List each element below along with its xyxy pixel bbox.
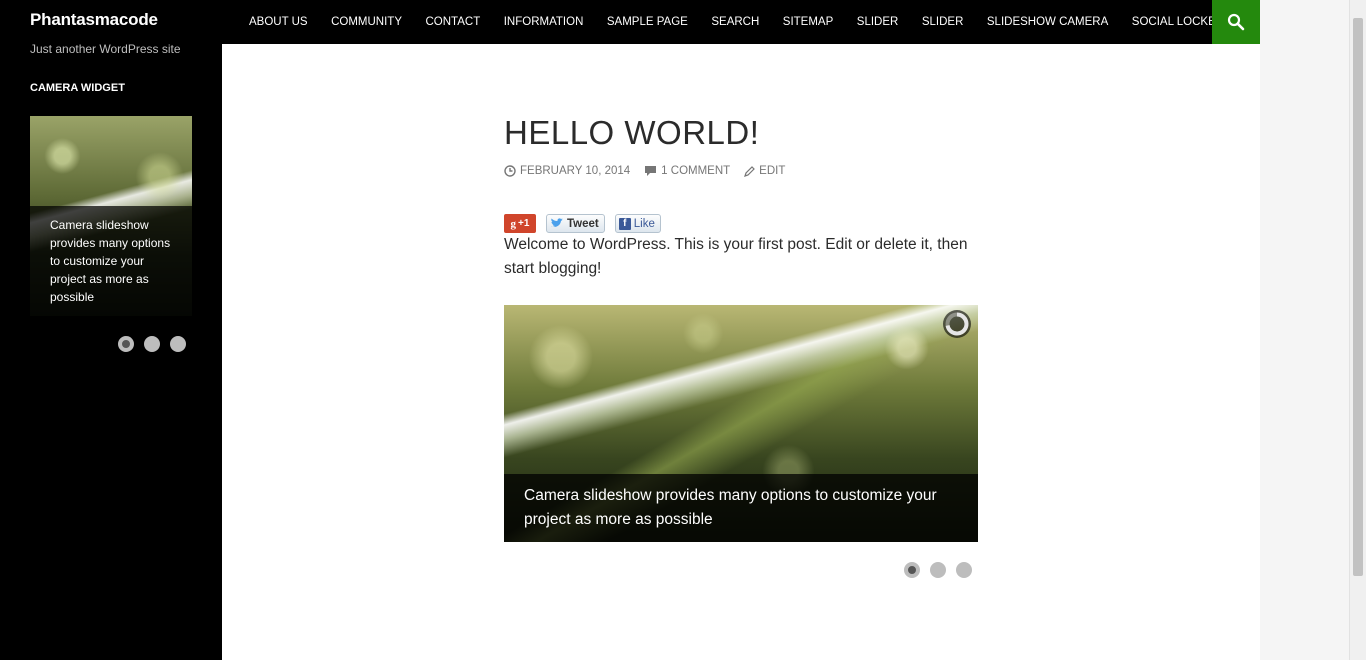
widget-pager-dot-3[interactable] xyxy=(170,336,186,352)
nav-item-contact[interactable]: CONTACT xyxy=(426,16,481,28)
search-icon xyxy=(1227,13,1245,31)
post-comments-link[interactable]: 1 COMMENT xyxy=(644,165,730,177)
nav-item-slider-1[interactable]: SLIDER xyxy=(857,16,899,28)
page-scrollbar[interactable] xyxy=(1349,0,1366,660)
post-meta: FEBRUARY 10, 2014 1 COMMENT EDIT xyxy=(504,165,799,177)
post-comments-text: 1 COMMENT xyxy=(661,165,731,177)
post-title[interactable]: HELLO WORLD! xyxy=(504,114,759,152)
widget-pager-dot-1[interactable] xyxy=(118,336,134,352)
post-slideshow[interactable]: Camera slideshow provides many options t… xyxy=(504,305,978,542)
page-margin-right xyxy=(1260,0,1349,660)
post-pager-dot-3[interactable] xyxy=(956,562,972,578)
clock-icon xyxy=(504,165,516,177)
site-description: Just another WordPress site xyxy=(30,42,181,56)
nav-item-sample-page[interactable]: SAMPLE PAGE xyxy=(607,16,688,28)
comment-icon xyxy=(645,166,657,176)
nav-item-about-us[interactable]: ABOUT US xyxy=(249,16,308,28)
nav-item-search[interactable]: SEARCH xyxy=(711,16,759,28)
post-slide-pager xyxy=(904,562,972,578)
nav-item-sitemap[interactable]: SITEMAP xyxy=(783,16,833,28)
widget-slide-caption: Camera slideshow provides many options t… xyxy=(30,206,192,316)
search-toggle-button[interactable] xyxy=(1212,0,1260,44)
site-title[interactable]: Phantasmacode xyxy=(30,10,158,30)
post-edit-text: EDIT xyxy=(759,165,786,177)
widget-slideshow[interactable]: Camera slideshow provides many options t… xyxy=(30,116,192,316)
google-plus-label: +1 xyxy=(518,218,530,229)
widget-slide-caption-text: Camera slideshow provides many options t… xyxy=(50,218,171,304)
facebook-like-button[interactable]: f Like xyxy=(614,214,661,233)
nav-item-slideshow-camera[interactable]: SLIDESHOW CAMERA xyxy=(987,16,1108,28)
post-slide-caption: Camera slideshow provides many options t… xyxy=(504,474,978,542)
pencil-icon xyxy=(744,165,756,177)
tweet-button[interactable]: Tweet xyxy=(546,214,605,233)
slideshow-loader-icon xyxy=(943,310,971,338)
main-content: HELLO WORLD! FEBRUARY 10, 2014 1 COMMENT… xyxy=(222,44,1260,660)
camera-widget-title: CAMERA WIDGET xyxy=(30,82,125,94)
post-slide-caption-text: Camera slideshow provides many options t… xyxy=(524,487,937,528)
tweet-label: Tweet xyxy=(567,217,599,230)
nav-menu: ABOUT US COMMUNITY CONTACT INFORMATION S… xyxy=(249,0,1285,44)
like-label: Like xyxy=(633,217,655,230)
post-body: Welcome to WordPress. This is your first… xyxy=(504,236,968,277)
post-pager-dot-1[interactable] xyxy=(904,562,920,578)
post-pager-dot-2[interactable] xyxy=(930,562,946,578)
google-plus-button[interactable]: g +1 xyxy=(504,214,536,233)
widget-slide-pager xyxy=(118,336,186,352)
nav-item-information[interactable]: INFORMATION xyxy=(504,16,584,28)
nav-item-slider-2[interactable]: SLIDER xyxy=(922,16,964,28)
post-date[interactable]: FEBRUARY 10, 2014 xyxy=(504,165,630,177)
widget-pager-dot-2[interactable] xyxy=(144,336,160,352)
post-edit-link[interactable]: EDIT xyxy=(744,165,785,177)
google-plus-icon: g xyxy=(510,217,517,230)
primary-navigation: ABOUT US COMMUNITY CONTACT INFORMATION S… xyxy=(222,0,1262,44)
nav-item-community[interactable]: COMMUNITY xyxy=(331,16,402,28)
twitter-bird-icon xyxy=(551,218,563,227)
post-date-text: FEBRUARY 10, 2014 xyxy=(520,165,631,177)
social-share-buttons: g +1 Tweet f Like xyxy=(504,214,661,233)
site-sidebar: Phantasmacode Just another WordPress sit… xyxy=(0,0,222,660)
facebook-icon: f xyxy=(618,217,631,230)
scrollbar-thumb[interactable] xyxy=(1353,18,1363,576)
